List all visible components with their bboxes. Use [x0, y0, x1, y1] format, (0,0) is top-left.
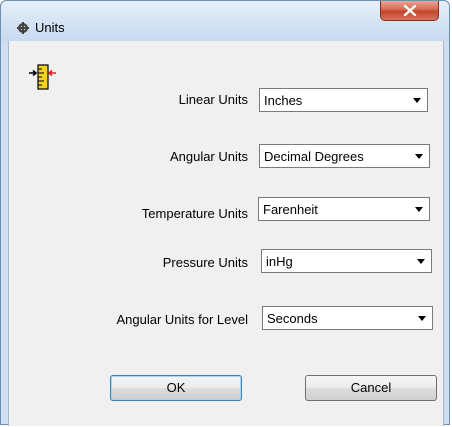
close-button[interactable] — [380, 1, 439, 21]
angular-units-select[interactable]: Decimal Degrees — [259, 144, 430, 168]
angular-units-level-label: Angular Units for Level — [116, 312, 248, 327]
linear-units-label: Linear Units — [178, 92, 248, 107]
ruler-arrows-icon — [29, 64, 57, 90]
temperature-units-select[interactable]: Farenheit — [258, 197, 430, 221]
title-bar[interactable]: Units — [1, 1, 449, 41]
cancel-button[interactable]: Cancel — [305, 375, 437, 401]
angular-units-level-value: Seconds — [267, 311, 318, 326]
linear-units-select[interactable]: Inches — [259, 88, 428, 112]
units-dialog: Units Linear Units Inches Angular Units … — [0, 0, 450, 426]
temperature-units-label: Temperature Units — [141, 206, 248, 221]
chevron-down-icon[interactable] — [415, 207, 423, 212]
ok-button[interactable]: OK — [110, 375, 242, 401]
angular-units-value: Decimal Degrees — [264, 149, 364, 164]
angular-units-label: Angular Units — [169, 149, 248, 164]
settings-app-icon — [17, 21, 29, 34]
chevron-down-icon[interactable] — [415, 154, 423, 159]
dialog-content: Linear Units Inches Angular Units Decima… — [8, 41, 444, 426]
pressure-units-select[interactable]: inHg — [261, 249, 432, 273]
chevron-down-icon[interactable] — [413, 98, 421, 103]
close-icon — [403, 5, 417, 16]
chevron-down-icon[interactable] — [418, 316, 426, 321]
temperature-units-value: Farenheit — [263, 202, 318, 217]
angular-units-level-select[interactable]: Seconds — [262, 306, 433, 330]
pressure-units-value: inHg — [266, 254, 293, 269]
linear-units-value: Inches — [264, 93, 303, 108]
pressure-units-label: Pressure Units — [162, 255, 248, 270]
chevron-down-icon[interactable] — [417, 259, 425, 264]
window-title: Units — [35, 20, 65, 35]
